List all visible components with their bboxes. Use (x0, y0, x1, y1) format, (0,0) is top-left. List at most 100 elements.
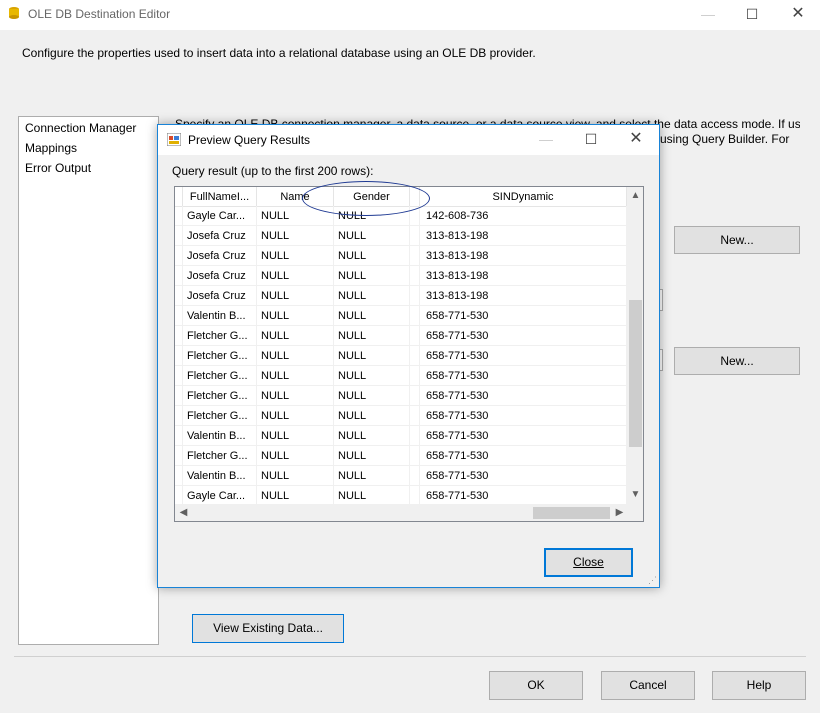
cell-name[interactable]: NULL (257, 286, 334, 306)
dialog-close-icon[interactable]: ✕ (614, 125, 658, 153)
new-connection-button[interactable]: New... (674, 226, 800, 254)
cell-fullname[interactable]: Valentin B... (183, 426, 257, 446)
vertical-scroll-thumb[interactable] (629, 300, 642, 447)
row-header[interactable] (175, 426, 183, 446)
row-header[interactable] (175, 386, 183, 406)
cell-name[interactable]: NULL (257, 226, 334, 246)
scroll-up-icon[interactable]: ▲ (627, 190, 643, 201)
new-table-button[interactable]: New... (674, 347, 800, 375)
cell-name[interactable]: NULL (257, 246, 334, 266)
minimize-icon[interactable]: — (686, 0, 730, 28)
row-header[interactable] (175, 346, 183, 366)
cell-gender[interactable]: NULL (334, 366, 410, 386)
cell-name[interactable]: NULL (257, 306, 334, 326)
cell-name[interactable]: NULL (257, 266, 334, 286)
scroll-down-icon[interactable]: ▼ (627, 489, 643, 500)
cell-fullname[interactable]: Josefa Cruz (183, 246, 257, 266)
cell-sindynamic[interactable]: 658-771-530 (420, 366, 627, 386)
cell-sindynamic[interactable]: 658-771-530 (420, 426, 627, 446)
close-button[interactable]: Close (544, 548, 633, 577)
cell-sindynamic[interactable]: 658-771-530 (420, 386, 627, 406)
row-header[interactable] (175, 226, 183, 246)
cell-gender[interactable]: NULL (334, 466, 410, 486)
cell-gender[interactable]: NULL (334, 306, 410, 326)
cell-gender[interactable]: NULL (334, 246, 410, 266)
row-header[interactable] (175, 486, 183, 506)
cell-gender[interactable]: NULL (334, 346, 410, 366)
cell-fullname[interactable]: Valentin B... (183, 306, 257, 326)
cell-gender[interactable]: NULL (334, 406, 410, 426)
nav-item-connection-manager[interactable]: Connection Manager (25, 121, 136, 135)
dialog-minimize-icon[interactable]: — (524, 125, 568, 153)
cell-gender[interactable]: NULL (334, 266, 410, 286)
cell-fullname[interactable]: Fletcher G... (183, 386, 257, 406)
nav-item-mappings[interactable]: Mappings (25, 141, 77, 155)
row-header[interactable] (175, 206, 183, 226)
cell-gender[interactable]: NULL (334, 486, 410, 506)
row-header[interactable] (175, 446, 183, 466)
cell-name[interactable]: NULL (257, 466, 334, 486)
cell-fullname[interactable]: Fletcher G... (183, 326, 257, 346)
cell-fullname[interactable]: Valentin B... (183, 466, 257, 486)
cell-fullname[interactable]: Fletcher G... (183, 346, 257, 366)
maximize-icon[interactable]: ☐ (730, 0, 774, 28)
row-header[interactable] (175, 326, 183, 346)
cell-sindynamic[interactable]: 658-771-530 (420, 486, 627, 506)
cell-fullname[interactable]: Fletcher G... (183, 446, 257, 466)
cell-name[interactable]: NULL (257, 486, 334, 506)
ok-button[interactable]: OK (489, 671, 583, 700)
cell-gender[interactable]: NULL (334, 386, 410, 406)
row-header[interactable] (175, 266, 183, 286)
cell-name[interactable]: NULL (257, 366, 334, 386)
view-existing-data-button[interactable]: View Existing Data... (192, 614, 344, 643)
cell-gender[interactable]: NULL (334, 286, 410, 306)
dialog-maximize-icon[interactable]: ☐ (569, 125, 613, 153)
cell-sindynamic[interactable]: 658-771-530 (420, 306, 627, 326)
row-header[interactable] (175, 366, 183, 386)
cell-name[interactable]: NULL (257, 446, 334, 466)
cell-sindynamic[interactable]: 313-813-198 (420, 246, 627, 266)
row-header[interactable] (175, 466, 183, 486)
cell-sindynamic[interactable]: 658-771-530 (420, 406, 627, 426)
cell-name[interactable]: NULL (257, 326, 334, 346)
row-header[interactable] (175, 246, 183, 266)
row-header[interactable] (175, 286, 183, 306)
scroll-left-icon[interactable]: ◀ (175, 507, 192, 518)
row-header[interactable] (175, 406, 183, 426)
horizontal-scroll-thumb[interactable] (533, 507, 610, 519)
column-header-fullname[interactable]: FullNameI... (183, 187, 257, 207)
cell-gender[interactable]: NULL (334, 426, 410, 446)
cell-sindynamic[interactable]: 313-813-198 (420, 286, 627, 306)
cell-sindynamic[interactable]: 658-771-530 (420, 466, 627, 486)
cell-fullname[interactable]: Josefa Cruz (183, 226, 257, 246)
help-button[interactable]: Help (712, 671, 806, 700)
row-header[interactable] (175, 306, 183, 326)
cell-name[interactable]: NULL (257, 386, 334, 406)
cell-fullname[interactable]: Gayle Car... (183, 486, 257, 506)
cell-gender[interactable]: NULL (334, 326, 410, 346)
cell-sindynamic[interactable]: 658-771-530 (420, 346, 627, 366)
cancel-button[interactable]: Cancel (601, 671, 695, 700)
cell-name[interactable]: NULL (257, 426, 334, 446)
results-grid[interactable]: FullNameI... Name Gender SINDynamic Gayl… (174, 186, 644, 522)
cell-name[interactable]: NULL (257, 406, 334, 426)
cell-sindynamic[interactable]: 313-813-198 (420, 226, 627, 246)
row-header-corner (175, 187, 183, 207)
scroll-right-icon[interactable]: ▶ (611, 507, 628, 518)
cell-sindynamic[interactable]: 658-771-530 (420, 326, 627, 346)
cell-sindynamic[interactable]: 313-813-198 (420, 266, 627, 286)
cell-sindynamic[interactable]: 658-771-530 (420, 446, 627, 466)
cell-fullname[interactable]: Fletcher G... (183, 366, 257, 386)
cell-sindynamic[interactable]: 142-608-736 (420, 206, 627, 226)
resize-grip-icon[interactable]: ⋰ (648, 575, 658, 585)
cell-gender[interactable]: NULL (334, 226, 410, 246)
close-icon[interactable]: ✕ (776, 0, 820, 28)
cell-gender[interactable]: NULL (334, 446, 410, 466)
column-header-sindynamic[interactable]: SINDynamic (420, 187, 627, 207)
cell-fullname[interactable]: Josefa Cruz (183, 266, 257, 286)
cell-fullname[interactable]: Fletcher G... (183, 406, 257, 426)
nav-item-error-output[interactable]: Error Output (25, 161, 91, 175)
cell-name[interactable]: NULL (257, 346, 334, 366)
cell-fullname[interactable]: Gayle Car... (183, 206, 257, 226)
cell-fullname[interactable]: Josefa Cruz (183, 286, 257, 306)
